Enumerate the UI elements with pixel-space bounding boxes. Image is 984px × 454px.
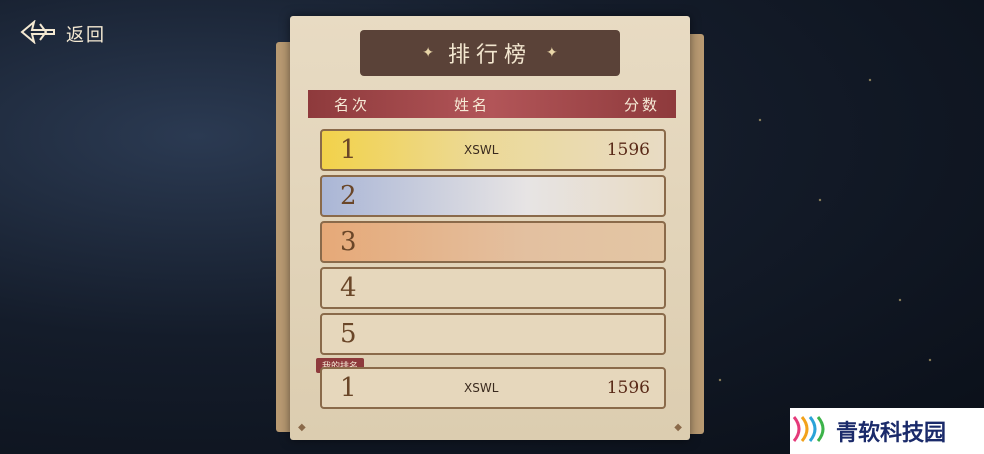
row-score: 1596 bbox=[606, 140, 650, 160]
row-rank: 2 bbox=[340, 181, 357, 211]
leaderboard-row-3: 3 bbox=[320, 221, 666, 263]
table-header: 名次 姓名 分数 bbox=[308, 90, 676, 118]
leaderboard-row-4: 4 bbox=[320, 267, 666, 309]
back-arrow-icon bbox=[20, 19, 56, 48]
back-label: 返回 bbox=[66, 25, 106, 46]
leaderboard-row-5: 5 bbox=[320, 313, 666, 355]
sparkle-icon: ✦ bbox=[546, 45, 558, 61]
row-rank: 4 bbox=[340, 273, 357, 303]
watermark-text: 青软科技园 bbox=[836, 421, 947, 446]
corner-ornament-icon: ◆ bbox=[674, 422, 682, 433]
leaderboard-row-2: 2 bbox=[320, 175, 666, 217]
header-score: 分数 bbox=[623, 95, 660, 114]
header-rank: 名次 bbox=[334, 95, 371, 114]
title-banner: ✦ 排行榜 ✦ bbox=[360, 30, 620, 76]
my-rank-row: 1 XSWL 1596 bbox=[320, 367, 666, 409]
corner-ornament-icon: ◆ bbox=[298, 422, 306, 433]
header-name: 姓名 bbox=[454, 95, 491, 114]
row-rank: 1 bbox=[340, 373, 357, 403]
logo-waves-icon bbox=[790, 411, 830, 451]
row-name: XSWL bbox=[464, 381, 499, 395]
watermark-logo: 青软科技园 bbox=[790, 408, 984, 454]
row-name: XSWL bbox=[464, 143, 499, 157]
back-button[interactable]: 返回 bbox=[20, 19, 106, 48]
row-rank: 5 bbox=[340, 319, 357, 349]
leaderboard-panel: ✦ 排行榜 ✦ 名次 姓名 分数 1 XSWL 1596 2 3 4 5 1 X… bbox=[276, 12, 706, 444]
page-title: 排行榜 bbox=[447, 43, 532, 68]
row-score: 1596 bbox=[606, 378, 650, 398]
row-rank: 3 bbox=[340, 227, 357, 257]
leaderboard-paper: ✦ 排行榜 ✦ 名次 姓名 分数 1 XSWL 1596 2 3 4 5 1 X… bbox=[290, 16, 690, 440]
row-rank: 1 bbox=[340, 135, 357, 165]
leaderboard-row-1: 1 XSWL 1596 bbox=[320, 129, 666, 171]
sparkle-icon: ✦ bbox=[422, 45, 434, 61]
